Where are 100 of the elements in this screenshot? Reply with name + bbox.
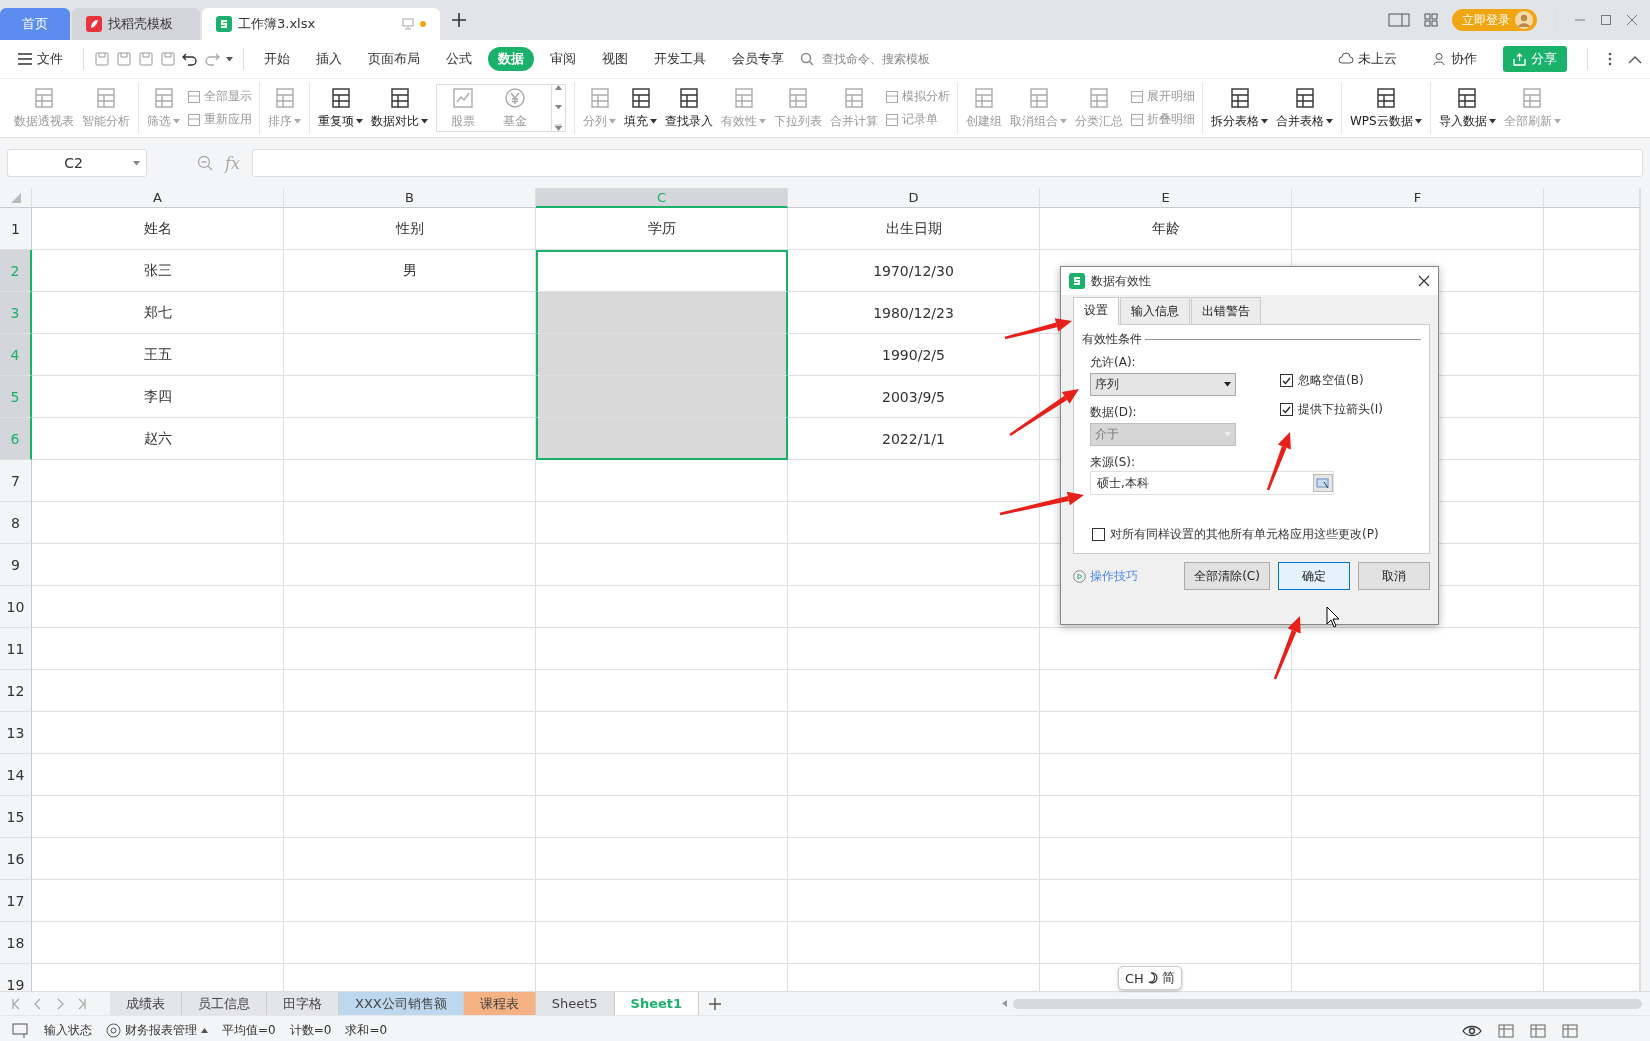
chart-icon xyxy=(451,86,475,110)
document-tab[interactable]: 工作簿3.xlsx xyxy=(202,8,440,40)
monitor-icon[interactable] xyxy=(12,1022,30,1039)
allow-dropdown[interactable]: 序列 xyxy=(1090,373,1236,396)
dialog-button[interactable]: 确定 xyxy=(1278,562,1350,590)
normal-view-icon[interactable] xyxy=(1498,1023,1514,1038)
row-header[interactable]: 12 xyxy=(0,670,32,712)
field-label: 允许(A): xyxy=(1090,354,1137,371)
ime-indicator[interactable]: CH 简 xyxy=(1118,966,1182,990)
last-sheet-icon[interactable] xyxy=(78,997,86,1010)
ribbon-tab[interactable]: 审阅 xyxy=(540,47,586,71)
annotation-arrow xyxy=(1266,432,1291,491)
dialog-button[interactable]: 全部清除(C) xyxy=(1184,562,1270,590)
ribbon-tab[interactable]: 开始 xyxy=(254,47,300,71)
row-header[interactable]: 13 xyxy=(0,712,32,754)
dialog-tab[interactable]: 出错警告 xyxy=(1191,297,1261,324)
eye-icon[interactable] xyxy=(1462,1023,1482,1038)
row-header[interactable]: 11 xyxy=(0,628,32,670)
page-break-icon[interactable] xyxy=(1562,1023,1578,1038)
sheet-tab[interactable]: XXX公司销售额 xyxy=(339,992,464,1015)
document-tab[interactable]: 找稻壳模板 xyxy=(72,8,200,40)
row-header[interactable]: 17 xyxy=(0,880,32,922)
column-header[interactable]: D xyxy=(788,188,1040,208)
scroll-up-icon[interactable] xyxy=(555,85,562,90)
ribbon-button[interactable]: 导入数据 xyxy=(1434,86,1500,130)
row-header[interactable]: 14 xyxy=(0,754,32,796)
dialog-button[interactable]: 取消 xyxy=(1358,562,1430,590)
row-header[interactable]: 7 xyxy=(0,460,32,502)
page-layout-icon[interactable] xyxy=(1530,1023,1546,1038)
finance-report-button[interactable]: 财务报表管理 xyxy=(106,1022,208,1039)
row-header[interactable]: 18 xyxy=(0,922,32,964)
ribbon-button[interactable]: 填充 xyxy=(620,86,661,130)
collaborate-button[interactable]: 协作 xyxy=(1423,47,1487,71)
row-header[interactable]: 1 xyxy=(0,208,32,250)
row-header[interactable]: 8 xyxy=(0,502,32,544)
more-icon[interactable] xyxy=(1608,52,1612,66)
row-header[interactable]: 19 xyxy=(0,964,32,991)
save-icon[interactable] xyxy=(94,51,110,67)
ribbon-tab[interactable]: 开发工具 xyxy=(644,47,716,71)
next-sheet-icon[interactable] xyxy=(56,997,64,1010)
sheet-tab[interactable]: 成绩表 xyxy=(110,992,182,1015)
monitor-icon[interactable] xyxy=(402,18,414,30)
previous-sheet-icon[interactable] xyxy=(34,997,42,1010)
checkbox[interactable]: 提供下拉箭头(I) xyxy=(1280,401,1383,418)
ribbon-tab[interactable]: 公式 xyxy=(436,47,482,71)
table-icon xyxy=(885,89,899,104)
add-sheet-icon[interactable] xyxy=(709,997,722,1010)
sheet-tab[interactable]: 课程表 xyxy=(463,992,536,1015)
column-header[interactable]: F xyxy=(1292,188,1544,208)
grid-icon[interactable] xyxy=(1424,13,1438,27)
row-header[interactable]: 9 xyxy=(0,544,32,586)
new-tab-icon[interactable] xyxy=(452,13,466,27)
dialog-tab[interactable]: 输入信息 xyxy=(1120,297,1190,324)
sheet-tab[interactable]: 员工信息 xyxy=(182,992,267,1015)
collapse-icon[interactable] xyxy=(1628,54,1642,64)
column-header[interactable]: A xyxy=(32,188,284,208)
formula-field[interactable] xyxy=(251,149,1643,177)
file-menu[interactable]: 文件 xyxy=(8,47,73,71)
range-picker-icon[interactable] xyxy=(1313,474,1333,492)
status-stat: 计数=0 xyxy=(289,1022,332,1039)
table-cell: 2003/9/5 xyxy=(788,376,1040,418)
expand-icon[interactable] xyxy=(555,124,562,131)
row-header[interactable]: 16 xyxy=(0,838,32,880)
ribbon-button[interactable]: 拆分表格 xyxy=(1207,86,1272,130)
column-header[interactable]: E xyxy=(1040,188,1292,208)
sheet-tab[interactable]: 田字格 xyxy=(267,992,339,1015)
column-header[interactable] xyxy=(1544,188,1640,208)
maximize-icon[interactable] xyxy=(1600,14,1612,26)
ribbon-tab[interactable]: 插入 xyxy=(306,47,352,71)
select-all-corner[interactable] xyxy=(0,188,32,208)
search-field[interactable]: 查找命令、搜索模板 xyxy=(820,51,974,67)
vertical-scrollbar[interactable] xyxy=(1640,188,1650,991)
ribbon-tab[interactable]: 视图 xyxy=(592,47,638,71)
checkbox[interactable]: 对所有同样设置的其他所有单元格应用这些更改(P) xyxy=(1092,526,1379,543)
table-icon xyxy=(94,86,118,110)
table-cell: 男 xyxy=(284,250,536,292)
checkbox[interactable]: 忽略空值(B) xyxy=(1280,372,1383,389)
scroll-left-icon[interactable] xyxy=(1002,1000,1007,1007)
ribbon-button[interactable]: 查找录入 xyxy=(661,86,717,130)
dialog-tab[interactable]: 设置 xyxy=(1073,297,1119,325)
row-header[interactable]: 10 xyxy=(0,586,32,628)
ribbon-button[interactable]: 数据对比 xyxy=(367,86,432,130)
ribbon-tab[interactable]: 页面布局 xyxy=(358,47,430,71)
ribbon-button[interactable]: WPS云数据 xyxy=(1346,86,1426,130)
undo-icon[interactable] xyxy=(182,51,198,67)
source-field[interactable]: 硕士,本科 xyxy=(1090,471,1334,495)
sheet-tab[interactable]: Sheet5 xyxy=(535,992,615,1015)
name-box[interactable]: C2 xyxy=(7,149,147,177)
ribbon-button[interactable]: 合并表格 xyxy=(1272,86,1337,130)
first-sheet-icon[interactable] xyxy=(12,997,20,1010)
redo-icon[interactable] xyxy=(204,51,220,67)
ribbon-button[interactable]: 重复项 xyxy=(314,86,367,130)
row-header[interactable]: 15 xyxy=(0,796,32,838)
scrollbar-thumb[interactable] xyxy=(1013,998,1642,1009)
reading-mode-icon[interactable] xyxy=(1388,13,1410,27)
zoom-icon[interactable] xyxy=(197,155,213,171)
column-header[interactable]: B xyxy=(284,188,536,208)
ribbon-tab[interactable]: 会员专享 xyxy=(722,47,794,71)
close-icon[interactable] xyxy=(1418,275,1430,287)
cloud-status-button[interactable]: 未上云 xyxy=(1328,47,1407,71)
